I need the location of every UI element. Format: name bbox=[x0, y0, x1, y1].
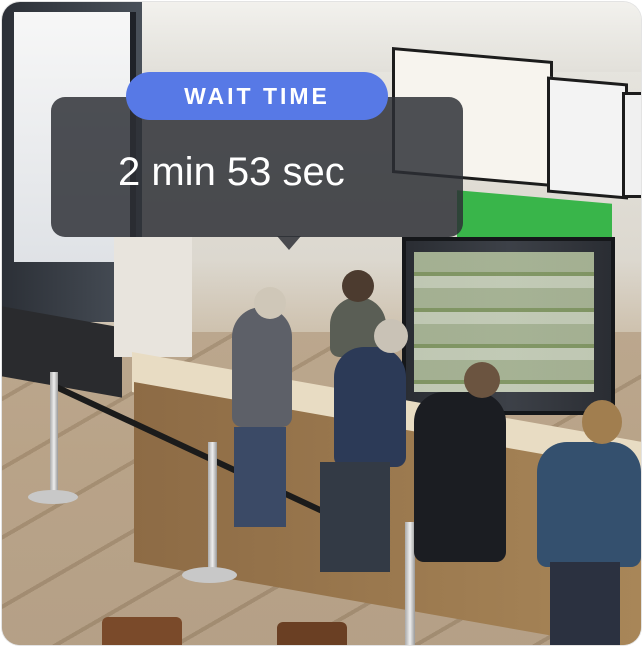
customer-3-head bbox=[464, 362, 500, 398]
customer-2-head bbox=[374, 319, 408, 353]
menu-board-3 bbox=[622, 92, 641, 198]
customer-4-head bbox=[582, 400, 622, 444]
stanchion-base bbox=[182, 567, 237, 583]
customer-4 bbox=[537, 442, 641, 567]
fridge-shelves bbox=[414, 252, 594, 392]
wait-time-badge: WAIT TIME bbox=[126, 72, 388, 120]
customer-1 bbox=[232, 307, 292, 427]
stanchion-base bbox=[28, 490, 78, 504]
customer-3 bbox=[414, 392, 506, 562]
bubble-pointer bbox=[277, 236, 301, 250]
menu-board-2 bbox=[547, 76, 628, 200]
wait-time-value: 2 min 53 sec bbox=[118, 150, 345, 194]
stanchion-post bbox=[50, 372, 58, 502]
pillar bbox=[114, 237, 192, 357]
customer-4-legs bbox=[550, 562, 620, 645]
customer-1-head bbox=[254, 287, 286, 319]
customer-2-legs bbox=[320, 462, 390, 572]
chair bbox=[102, 617, 182, 645]
chair bbox=[277, 622, 347, 645]
customer-1-legs bbox=[234, 427, 286, 527]
camera-feed-card: WAIT TIME 2 min 53 sec bbox=[2, 2, 641, 645]
customer-2 bbox=[334, 347, 406, 467]
stanchion-post bbox=[208, 442, 217, 582]
cashier-head bbox=[342, 270, 374, 302]
wait-time-label: WAIT TIME bbox=[184, 82, 330, 109]
